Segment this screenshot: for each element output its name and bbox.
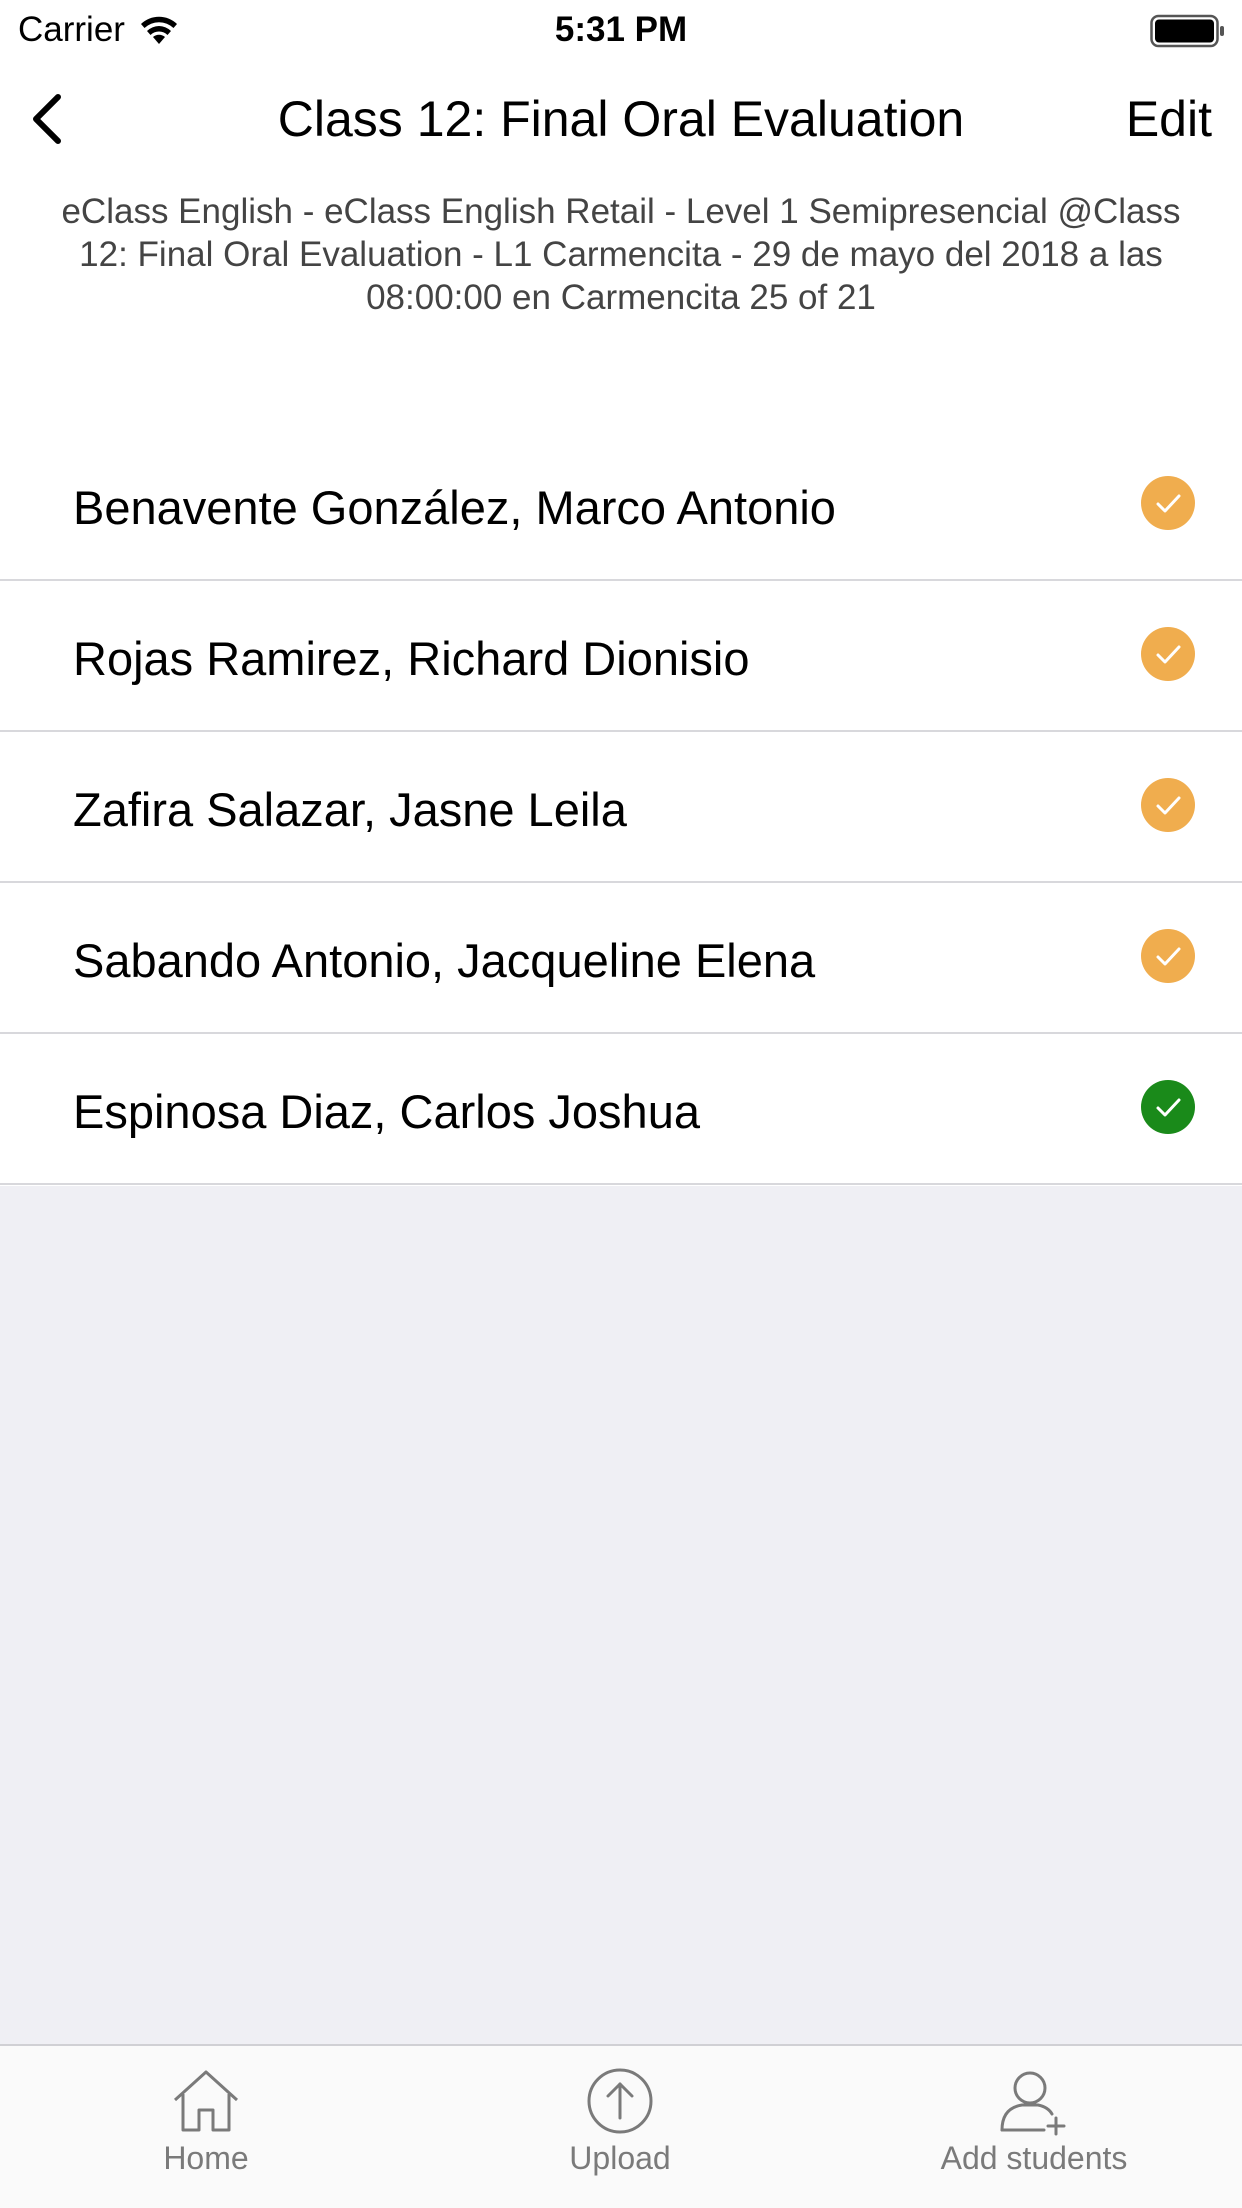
list-item[interactable]: Zafira Salazar, Jasne Leila <box>0 732 1242 883</box>
student-name: Benavente González, Marco Antonio <box>73 481 836 534</box>
list-item[interactable]: Benavente González, Marco Antonio <box>0 430 1242 581</box>
student-name: Rojas Ramirez, Richard Dionisio <box>73 632 750 685</box>
add-user-icon <box>1000 2071 1066 2136</box>
list-item[interactable]: Espinosa Diaz, Carlos Joshua <box>0 1034 1242 1185</box>
tab-label-upload: Upload <box>569 2140 671 2176</box>
tab-add-students[interactable]: Add students <box>884 2066 1184 2177</box>
student-name: Zafira Salazar, Jasne Leila <box>73 783 627 836</box>
tab-label-add-students: Add students <box>940 2140 1128 2176</box>
check-circle-icon <box>1141 1080 1195 1134</box>
list-item[interactable]: Sabando Antonio, Jacqueline Elena <box>0 883 1242 1034</box>
tab-bar: Home Upload Add students <box>0 2044 1242 2208</box>
student-list: Benavente González, Marco Antonio Rojas … <box>0 430 1242 1185</box>
navigation-bar: Class 12: Final Oral Evaluation Edit <box>0 64 1242 174</box>
check-circle-icon <box>1141 778 1195 832</box>
chevron-left-icon <box>33 94 61 144</box>
student-name: Sabando Antonio, Jacqueline Elena <box>73 934 816 987</box>
home-icon <box>173 2070 239 2132</box>
check-circle-icon <box>1141 627 1195 681</box>
list-item[interactable]: Rojas Ramirez, Richard Dionisio <box>0 581 1242 732</box>
class-info-text: eClass English - eClass English Retail -… <box>61 192 1181 317</box>
check-circle-icon <box>1141 476 1195 530</box>
tab-upload[interactable]: Upload <box>470 2066 770 2177</box>
empty-background <box>0 1186 1242 2044</box>
tab-label-home: Home <box>163 2140 249 2176</box>
upload-icon <box>587 2068 653 2134</box>
tab-home[interactable]: Home <box>56 2066 356 2177</box>
back-button[interactable] <box>28 84 88 154</box>
page-title: Class 12: Final Oral Evaluation <box>277 91 965 147</box>
check-circle-icon <box>1141 929 1195 983</box>
edit-button[interactable]: Edit <box>1126 90 1212 148</box>
status-bar: Carrier 5:31 PM <box>0 0 1242 60</box>
battery-icon <box>1150 14 1226 48</box>
student-name: Espinosa Diaz, Carlos Joshua <box>73 1085 700 1138</box>
status-time: 5:31 PM <box>554 10 688 49</box>
